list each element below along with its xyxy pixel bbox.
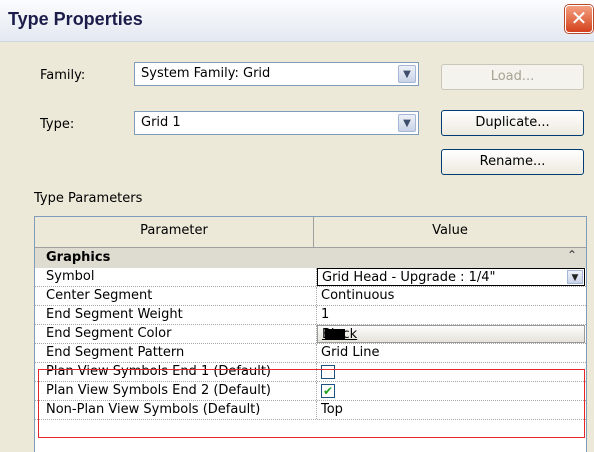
parameter-name: Symbol bbox=[46, 269, 95, 284]
group-label: Graphics bbox=[46, 250, 111, 265]
parameter-name: End Segment Pattern bbox=[46, 345, 185, 360]
value-column-header[interactable]: Value bbox=[314, 217, 586, 247]
color-name: Black bbox=[322, 327, 358, 342]
symbol-dropdown[interactable]: Grid Head - Upgrade : 1/4" ▼ bbox=[317, 268, 585, 286]
chevron-down-icon[interactable]: ▼ bbox=[398, 65, 416, 83]
load-button[interactable]: Load... bbox=[441, 64, 584, 90]
title-bar[interactable]: Type Properties ✕ bbox=[0, 0, 594, 42]
symbol-value: Grid Head - Upgrade : 1/4" bbox=[322, 270, 496, 285]
value-text: Continuous bbox=[321, 288, 395, 303]
table-row[interactable]: End Segment Pattern Grid Line bbox=[35, 344, 586, 363]
table-row[interactable]: End Segment Color Black bbox=[35, 325, 586, 344]
grid-header: Parameter Value bbox=[35, 217, 586, 248]
family-label: Family: bbox=[40, 68, 86, 83]
value-cell[interactable]: Continuous bbox=[316, 287, 584, 305]
value-cell[interactable]: Grid Head - Upgrade : 1/4" ▼ bbox=[316, 268, 585, 286]
highlight-box bbox=[38, 369, 585, 438]
family-dropdown[interactable]: System Family: Grid ▼ bbox=[134, 62, 419, 86]
parameter-name: Center Segment bbox=[46, 288, 153, 303]
table-row[interactable]: Symbol Grid Head - Upgrade : 1/4" ▼ bbox=[35, 268, 586, 287]
dialog-title: Type Properties bbox=[8, 9, 143, 29]
value-text: 1 bbox=[321, 307, 330, 322]
type-dropdown[interactable]: Grid 1 ▼ bbox=[134, 111, 419, 135]
collapse-icon[interactable]: ⌃ bbox=[567, 248, 577, 262]
chevron-down-icon[interactable]: ▼ bbox=[398, 114, 416, 132]
type-properties-dialog: Type Properties ✕ Family: System Family:… bbox=[0, 0, 594, 452]
type-parameters-label: Type Parameters bbox=[34, 191, 143, 206]
value-cell[interactable]: Grid Line bbox=[316, 344, 584, 362]
close-icon: ✕ bbox=[570, 6, 588, 30]
value-text: Grid Line bbox=[321, 345, 380, 360]
parameter-name: End Segment Color bbox=[46, 326, 172, 341]
value-cell[interactable]: 1 bbox=[316, 306, 584, 324]
parameter-name: End Segment Weight bbox=[46, 307, 183, 322]
group-graphics[interactable]: Graphics ⌃ bbox=[35, 248, 586, 268]
parameter-column-header[interactable]: Parameter bbox=[35, 217, 314, 247]
table-row[interactable]: Center Segment Continuous bbox=[35, 287, 586, 306]
value-cell[interactable]: Black bbox=[316, 325, 585, 343]
duplicate-button[interactable]: Duplicate... bbox=[441, 110, 584, 136]
chevron-down-icon[interactable]: ▼ bbox=[567, 270, 583, 284]
close-button[interactable]: ✕ bbox=[565, 5, 593, 33]
color-picker-button[interactable]: Black bbox=[317, 325, 585, 343]
type-value: Grid 1 bbox=[141, 115, 181, 130]
family-value: System Family: Grid bbox=[141, 66, 271, 81]
type-label: Type: bbox=[40, 117, 75, 132]
table-row[interactable]: End Segment Weight 1 bbox=[35, 306, 586, 325]
rename-button[interactable]: Rename... bbox=[441, 149, 584, 175]
